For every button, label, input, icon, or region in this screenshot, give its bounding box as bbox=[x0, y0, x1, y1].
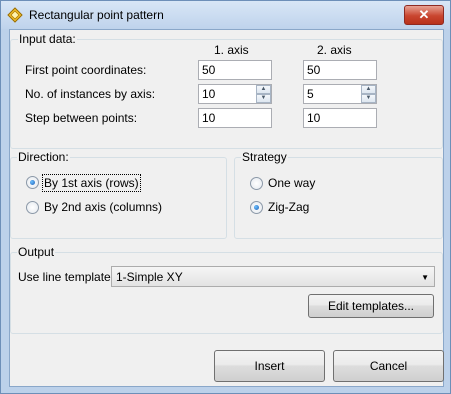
dialog-window: Rectangular point pattern ✕ Input data: … bbox=[0, 0, 451, 394]
by-columns-radio[interactable] bbox=[26, 201, 39, 214]
instances-axis2-spinner[interactable]: ▲ ▼ bbox=[361, 85, 376, 103]
direction-group bbox=[10, 157, 227, 239]
window-title: Rectangular point pattern bbox=[29, 8, 164, 22]
diamond-app-icon bbox=[7, 7, 23, 23]
close-icon: ✕ bbox=[418, 7, 430, 22]
dialog-client-area: Input data: 1. axis 2. axis First point … bbox=[9, 29, 444, 387]
cancel-button[interactable]: Cancel bbox=[333, 350, 444, 382]
spin-down-icon[interactable]: ▼ bbox=[256, 94, 271, 103]
axis2-header: 2. axis bbox=[317, 43, 352, 57]
line-template-value: 1-Simple XY bbox=[116, 270, 183, 284]
edit-templates-button[interactable]: Edit templates... bbox=[308, 294, 434, 318]
by-columns-label[interactable]: By 2nd axis (columns) bbox=[44, 200, 162, 214]
output-label: Output bbox=[17, 245, 56, 259]
insert-button[interactable]: Insert bbox=[214, 350, 325, 382]
strategy-group bbox=[234, 157, 443, 239]
spin-up-icon[interactable]: ▲ bbox=[361, 85, 376, 94]
zig-zag-label[interactable]: Zig-Zag bbox=[268, 200, 309, 214]
title-bar[interactable]: Rectangular point pattern ✕ bbox=[1, 1, 450, 29]
instances-label: No. of instances by axis: bbox=[25, 87, 156, 101]
first-point-label: First point coordinates: bbox=[25, 63, 147, 77]
input-data-label: Input data: bbox=[18, 32, 77, 46]
first-point-axis1-input[interactable]: 50 bbox=[198, 60, 272, 80]
strategy-label: Strategy bbox=[241, 150, 288, 164]
output-group bbox=[10, 252, 443, 334]
step-label: Step between points: bbox=[25, 111, 138, 125]
by-rows-label[interactable]: By 1st axis (rows) bbox=[42, 174, 141, 192]
axis1-header: 1. axis bbox=[214, 43, 249, 57]
line-template-select[interactable]: 1-Simple XY ▼ bbox=[111, 266, 435, 287]
zig-zag-radio[interactable] bbox=[250, 201, 263, 214]
spin-down-icon[interactable]: ▼ bbox=[361, 94, 376, 103]
step-axis1-input[interactable]: 10 bbox=[198, 108, 272, 128]
first-point-axis2-input[interactable]: 50 bbox=[303, 60, 377, 80]
chevron-down-icon[interactable]: ▼ bbox=[421, 273, 429, 282]
one-way-label[interactable]: One way bbox=[268, 176, 315, 190]
one-way-radio[interactable] bbox=[250, 177, 263, 190]
line-template-label: Use line template: bbox=[18, 270, 115, 284]
instances-axis1-spinner[interactable]: ▲ ▼ bbox=[256, 85, 271, 103]
close-button[interactable]: ✕ bbox=[404, 5, 444, 25]
spin-up-icon[interactable]: ▲ bbox=[256, 85, 271, 94]
by-rows-radio[interactable] bbox=[26, 176, 39, 189]
step-axis2-input[interactable]: 10 bbox=[303, 108, 377, 128]
direction-label: Direction: bbox=[17, 150, 70, 164]
